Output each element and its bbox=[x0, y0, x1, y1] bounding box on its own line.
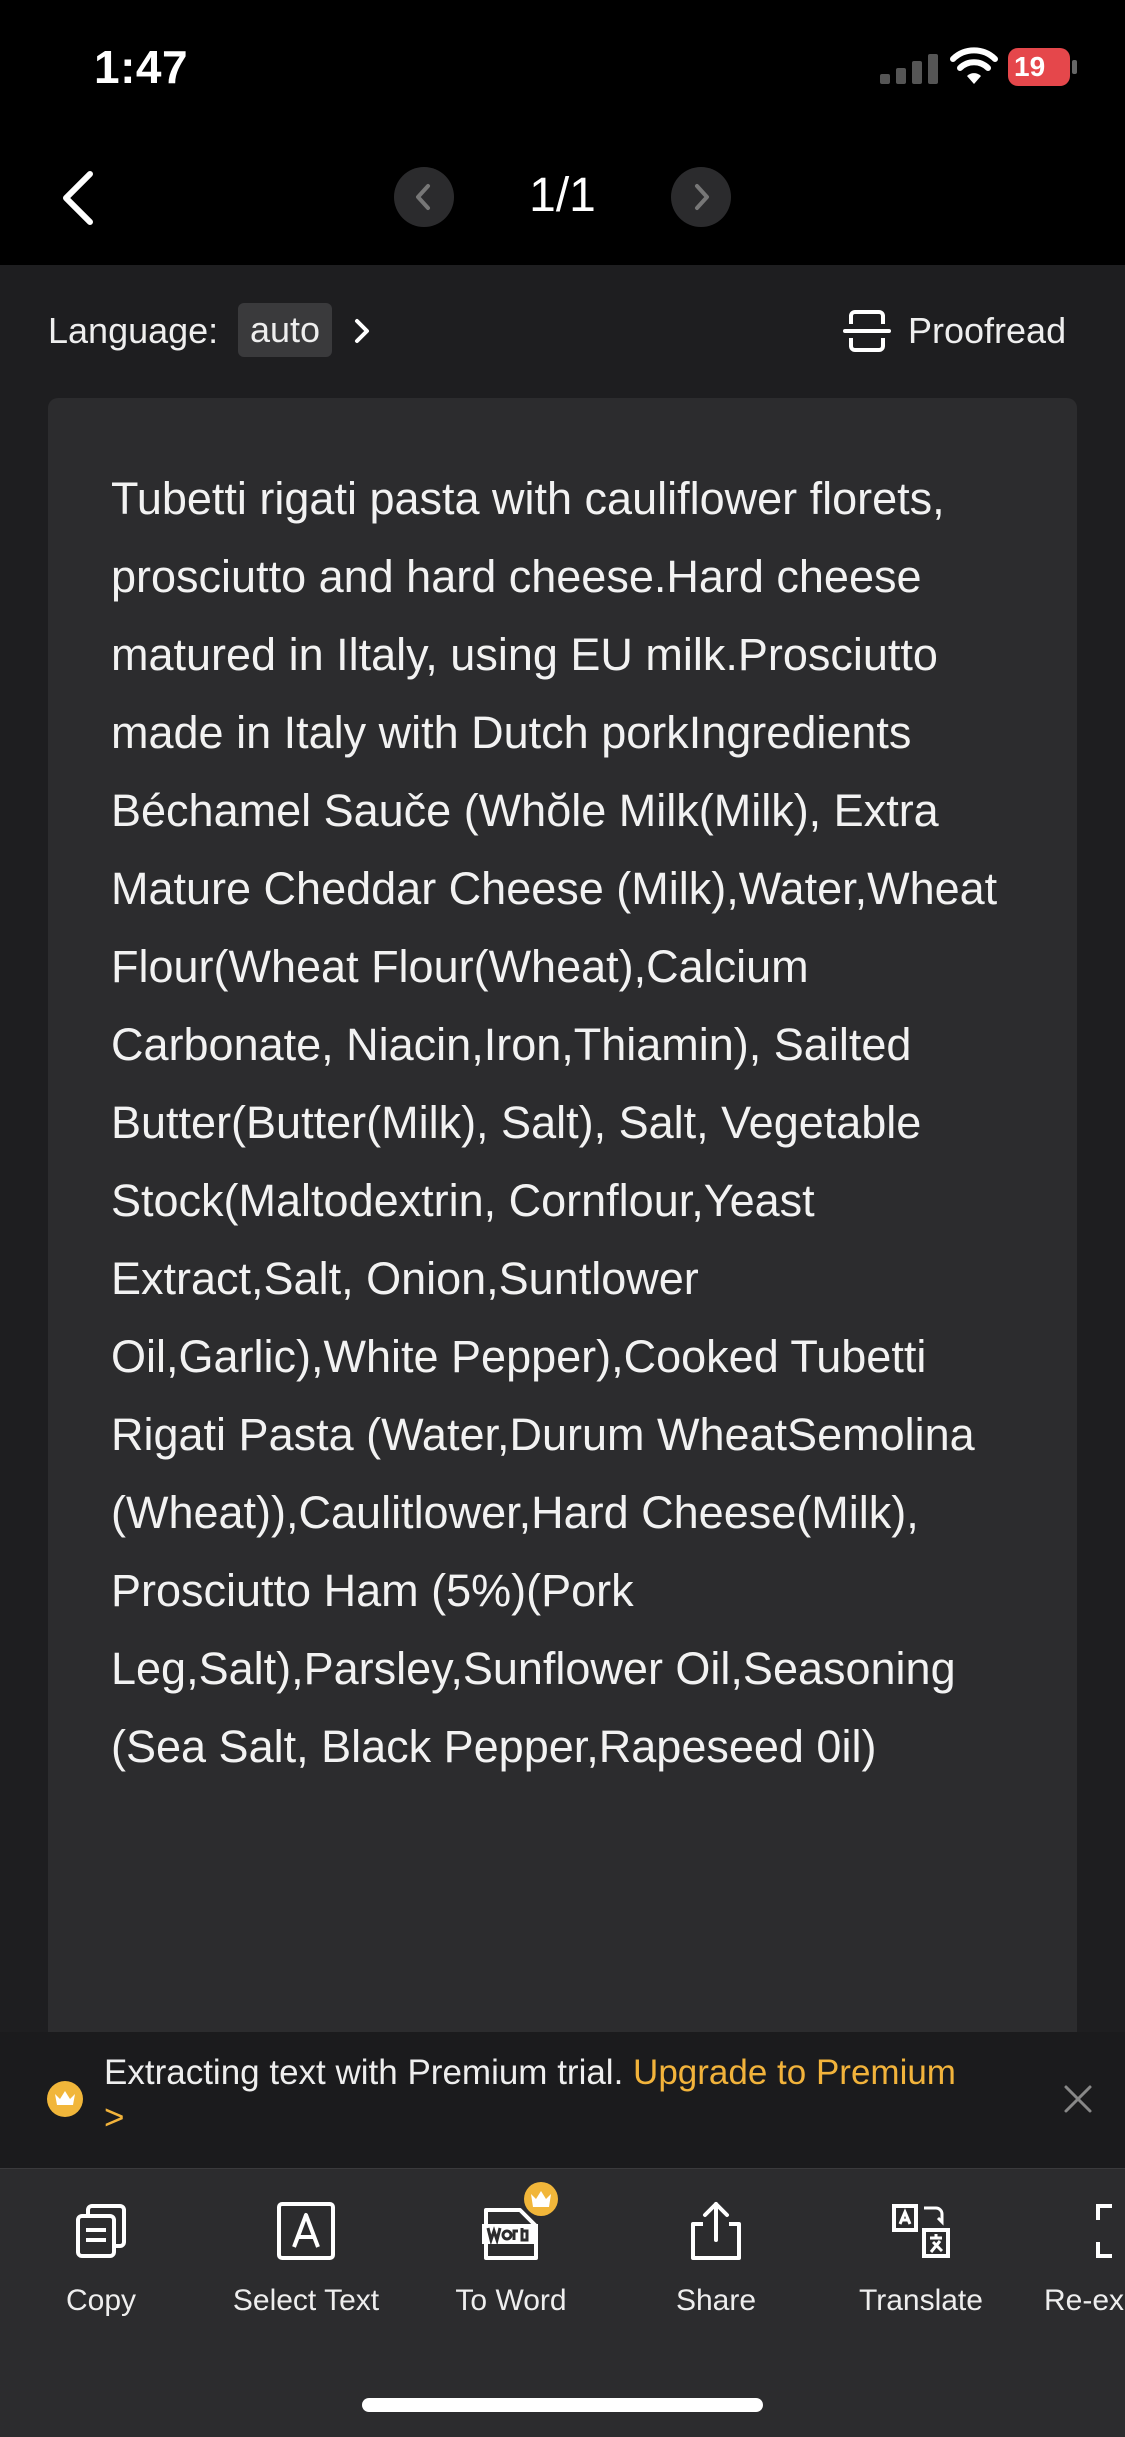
status-time: 1:47 bbox=[94, 41, 189, 93]
crown-icon bbox=[47, 2081, 83, 2117]
premium-banner-text: Extracting text with Premium trial. Upgr… bbox=[104, 2050, 964, 2140]
chevron-right-icon[interactable] bbox=[352, 316, 372, 346]
back-chevron-icon[interactable] bbox=[54, 168, 104, 228]
text-card: Tubetti rigati pasta with cauliflower fl… bbox=[48, 398, 1077, 2032]
translate-label: Translate bbox=[859, 2284, 983, 2317]
copy-label: Copy bbox=[65, 2284, 137, 2317]
share-label: Share bbox=[675, 2284, 757, 2317]
copy-button[interactable]: Copy bbox=[6, 2200, 196, 2318]
wifi-icon bbox=[950, 47, 998, 84]
crown-icon bbox=[524, 2182, 558, 2216]
share-button[interactable]: Share bbox=[621, 2200, 811, 2318]
language-label: Language: bbox=[48, 310, 219, 351]
proofread-button[interactable]: Proofread bbox=[908, 310, 1066, 352]
translate-icon bbox=[892, 2204, 950, 2258]
home-indicator bbox=[362, 2398, 763, 2412]
share-icon bbox=[691, 2202, 741, 2260]
select-text-label: Select Text bbox=[232, 2284, 380, 2317]
extracted-text[interactable]: Tubetti rigati pasta with cauliflower fl… bbox=[111, 460, 1011, 1786]
cellular-signal-icon bbox=[880, 54, 938, 84]
to-word-label: To Word bbox=[455, 2284, 567, 2317]
to-word-button[interactable]: To Word bbox=[416, 2182, 606, 2318]
page-indicator: 1/1 bbox=[529, 169, 596, 222]
proofread-icon[interactable] bbox=[843, 308, 891, 354]
next-page-button[interactable] bbox=[671, 167, 731, 227]
copy-icon bbox=[76, 2204, 126, 2258]
re-extract-label: Re-ex bbox=[1044, 2284, 1125, 2317]
translate-button[interactable]: Translate bbox=[826, 2200, 1016, 2318]
re-extract-button[interactable]: Re-ex bbox=[1030, 2200, 1125, 2318]
chevron-right-icon bbox=[695, 184, 709, 210]
previous-page-button[interactable] bbox=[394, 167, 454, 227]
select-text-button[interactable]: Select Text bbox=[211, 2200, 401, 2318]
close-icon[interactable] bbox=[1062, 2083, 1094, 2115]
re-extract-icon bbox=[1096, 2204, 1112, 2258]
battery-level: 19 bbox=[1014, 51, 1046, 82]
select-text-icon bbox=[277, 2202, 335, 2260]
battery-icon: 19 bbox=[1008, 48, 1078, 86]
premium-message: Extracting text with Premium trial. bbox=[104, 2053, 634, 2092]
chevron-left-icon bbox=[416, 184, 430, 210]
language-selector[interactable]: auto bbox=[238, 303, 333, 357]
